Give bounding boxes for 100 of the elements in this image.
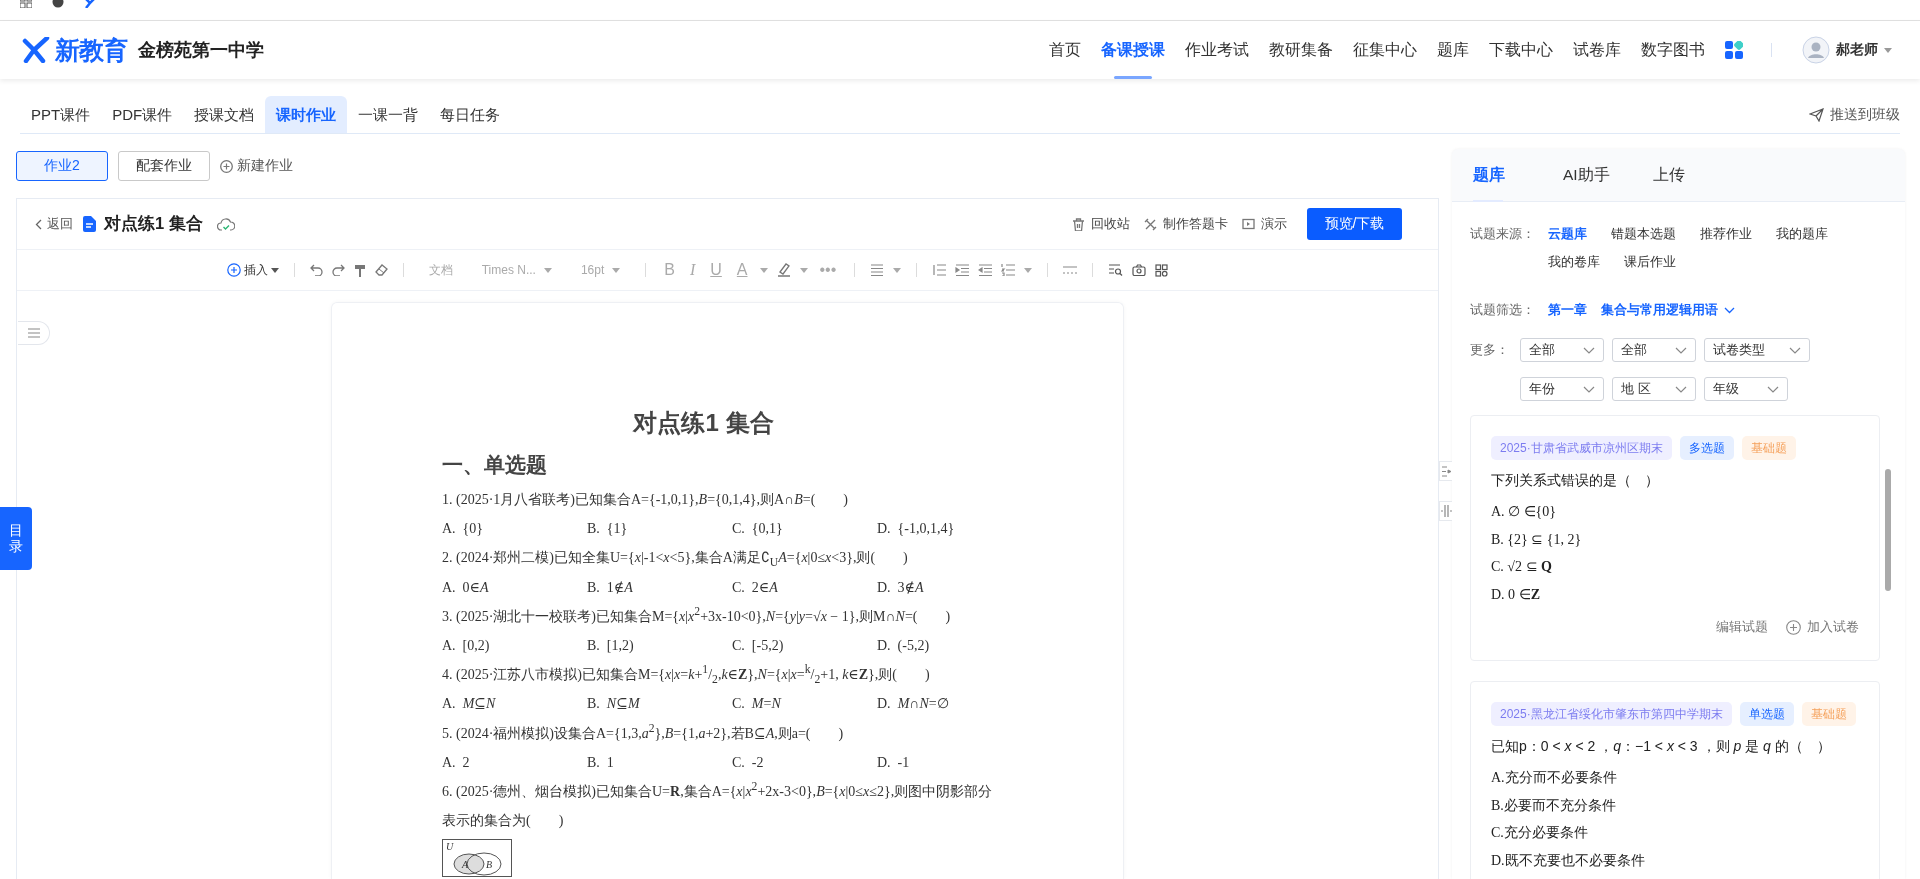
answer-option: D. (-5,2) [877, 631, 1022, 661]
nav-item[interactable]: 征集中心 [1343, 21, 1427, 79]
nav-item[interactable]: 下载中心 [1479, 21, 1563, 79]
dropdown[interactable]: 试卷类型 [1704, 338, 1810, 362]
source-option[interactable]: 课后作业 [1624, 250, 1676, 274]
tab[interactable]: 一课一背 [347, 96, 430, 133]
caret-icon [612, 267, 621, 273]
camera-icon[interactable] [1132, 264, 1147, 276]
question-text: 1. (2025·1月八省联考)已知集合A={-1,0,1},B={0,1,4},则A∩B=( ) [442, 491, 849, 509]
source-option[interactable]: 我的卷库 [1548, 250, 1600, 274]
tab[interactable]: 每日任务 [429, 96, 512, 133]
answer-option: B. {2} ⊆ {1, 2} [1491, 525, 1859, 553]
answer-option: A. M⊆N [442, 689, 587, 719]
toolbar-action[interactable]: 回收站 [1072, 215, 1130, 233]
source-option[interactable]: 我的题库 [1776, 222, 1828, 246]
school-name: 金榜苑第一中学 [138, 39, 264, 62]
panel-tab[interactable]: 题库 [1473, 149, 1539, 201]
set-label: U [446, 841, 454, 853]
redo-icon[interactable] [331, 264, 345, 276]
indent-icon[interactable] [955, 264, 970, 276]
back-link[interactable]: 返回 [35, 215, 73, 233]
toolbar-action[interactable]: 制作答题卡 [1144, 215, 1228, 233]
difficulty-tag: 基础题 [1801, 702, 1856, 726]
question-text: 5. (2024·福州模拟)设集合A={1,3,a$^{2}$},B={1,a+2},若B⊆A,则a=( ) [442, 720, 845, 743]
caret-icon [1884, 47, 1892, 53]
add-to-paper-button[interactable]: 加入试卷 [1786, 618, 1859, 636]
nav-item[interactable]: 数字图书 [1631, 21, 1715, 79]
answer-option: B.必要而不充分条件 [1491, 791, 1859, 819]
scrollbar[interactable] [1885, 469, 1891, 591]
nav-item[interactable]: 题库 [1427, 21, 1479, 79]
paint-roller-icon[interactable] [353, 263, 366, 277]
answer-option: A. ∅ ∈{0} [1491, 498, 1859, 526]
nav-item[interactable]: 备课授课 [1091, 21, 1175, 79]
answer-option: D. {-1,0,1,4} [877, 514, 1022, 544]
source-option[interactable]: 云题库 [1548, 222, 1587, 246]
homework-tab[interactable]: 作业2 [16, 151, 108, 181]
eraser-icon[interactable] [374, 264, 388, 276]
nav-item[interactable]: 教研集备 [1259, 21, 1343, 79]
paper-plane-icon [1809, 107, 1824, 122]
answer-option: A. 2 [442, 747, 587, 777]
scan-icon[interactable] [1155, 263, 1169, 277]
caret-icon [759, 267, 768, 273]
dropdown[interactable]: 全部 [1612, 338, 1696, 362]
apps-grid-icon[interactable] [1725, 41, 1743, 59]
type-tag: 多选题 [1679, 436, 1734, 460]
caret-icon [270, 267, 279, 273]
dropdown[interactable]: 地 区 [1612, 377, 1696, 401]
answer-option: B. {1} [587, 514, 732, 544]
source-option[interactable]: 错题本选题 [1611, 222, 1676, 246]
source-option[interactable]: 推荐作业 [1700, 222, 1752, 246]
plus-icon [226, 263, 241, 277]
align-icon[interactable] [870, 264, 885, 276]
numbered-list-icon[interactable] [1001, 264, 1016, 276]
panel-tab[interactable]: AI助手 [1563, 149, 1629, 201]
answer-option: C. -2 [732, 747, 877, 777]
answer-option: D. 3∉A [877, 572, 1022, 602]
highlighter-icon[interactable] [776, 263, 791, 277]
tab[interactable]: 课时作业 [265, 96, 348, 133]
nav-item[interactable]: 首页 [1039, 21, 1091, 79]
undo-icon[interactable] [309, 264, 323, 276]
chevron-down-icon [1724, 306, 1735, 314]
logo-text: 新教育 [55, 34, 127, 66]
panel-tab[interactable]: 上传 [1653, 149, 1719, 201]
find-icon[interactable] [1108, 264, 1124, 276]
outdent-icon[interactable] [978, 264, 993, 276]
answer-option: A. [0,2) [442, 631, 587, 661]
tab[interactable]: PPT课件 [20, 96, 102, 133]
question-text: 3. (2025·湖北十一校联考)已知集合M={x|x$^{2}$+3x-10<0},N={y|y=√x − 1},则M∩N=( ) [442, 604, 952, 626]
caret-icon [543, 267, 552, 273]
answer-option: B. 1∉A [587, 572, 732, 602]
question-text: 下列关系式错误的是（ ） [1491, 471, 1660, 490]
edit-question-link[interactable]: 编辑试题 [1716, 618, 1768, 636]
document-heading: 对点练1 集合 [631, 408, 775, 438]
insert-menu[interactable]: 插入 [226, 261, 279, 279]
preview-download-button[interactable]: 预览/下载 [1307, 208, 1402, 240]
chevron-down-icon [1583, 346, 1595, 354]
trash-icon [1072, 217, 1085, 231]
toolbar-action[interactable]: 演示 [1242, 215, 1287, 233]
filter-label: 试题来源： [1470, 225, 1536, 243]
dropdown[interactable]: 年级 [1704, 377, 1788, 401]
tab[interactable]: 授课文档 [183, 96, 266, 133]
resize-handle-icon [1440, 505, 1452, 517]
push-to-class-button[interactable]: 推送到班级 [1809, 96, 1900, 133]
nav-item[interactable]: 试卷库 [1563, 21, 1631, 79]
answer-option: A. 0∈A [442, 572, 587, 602]
answer-option: C. [-5,2) [732, 631, 877, 661]
tab[interactable]: PDF课件 [101, 96, 184, 133]
source-tag: 2025·黑龙江省绥化市肇东市第四中学期末 [1491, 702, 1732, 726]
table-of-contents-tab[interactable]: 目录 [0, 507, 32, 570]
new-homework-button[interactable]: 新建作业 [220, 157, 293, 175]
nav-item[interactable]: 作业考试 [1175, 21, 1259, 79]
menu-icon [27, 328, 40, 338]
dropdown[interactable]: 全部 [1520, 338, 1604, 362]
answer-option: C. M=N [732, 689, 877, 719]
dropdown[interactable]: 年份 [1520, 377, 1604, 401]
chevron-down-icon [1675, 385, 1687, 393]
chevron-down-icon [1583, 385, 1595, 393]
homework-tab[interactable]: 配套作业 [118, 151, 210, 181]
chapter-selector[interactable]: 第一章 集合与常用逻辑用语 [1548, 298, 1735, 322]
user-name[interactable]: 郝老师 [1836, 41, 1878, 59]
